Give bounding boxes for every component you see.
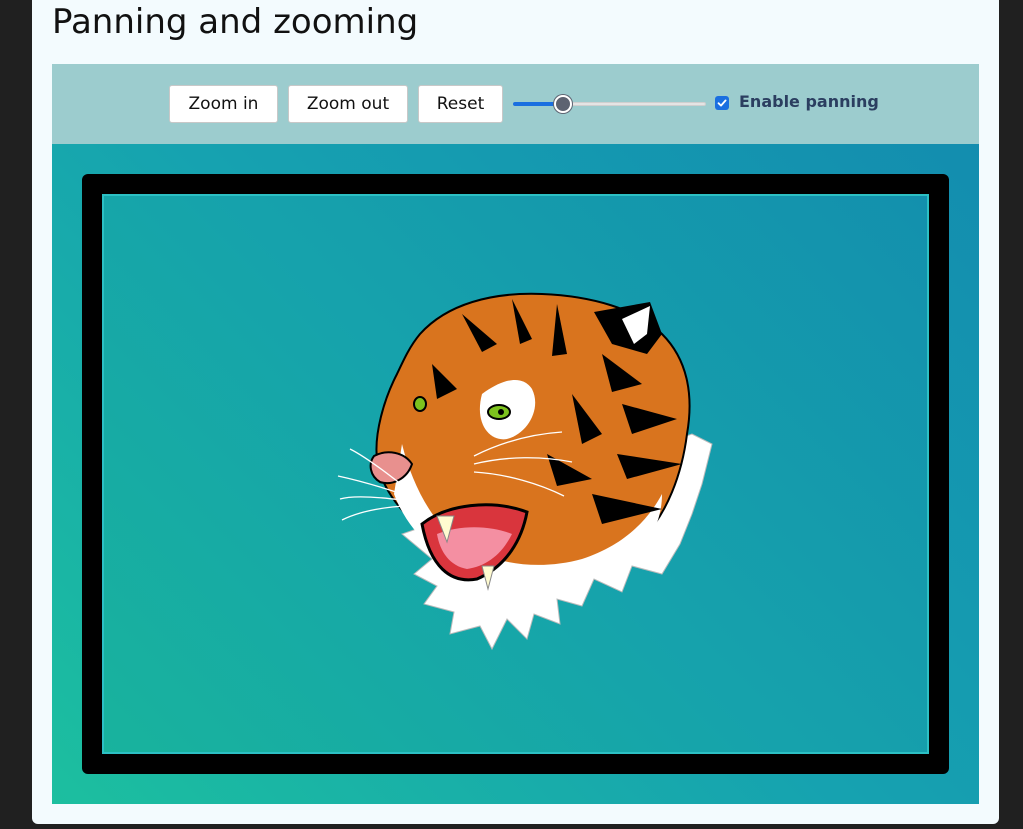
checkmark-icon bbox=[717, 99, 727, 107]
pan-zoom-viewport[interactable] bbox=[102, 194, 929, 754]
stage bbox=[52, 144, 979, 804]
zoom-in-button[interactable]: Zoom in bbox=[169, 85, 278, 123]
enable-panning-checkbox[interactable] bbox=[715, 96, 729, 110]
zoom-slider[interactable] bbox=[513, 95, 706, 113]
panzoom-demo: Zoom in Zoom out Reset Enable panning bbox=[52, 64, 979, 804]
toolbar: Zoom in Zoom out Reset Enable panning bbox=[52, 64, 979, 144]
zoom-out-button[interactable]: Zoom out bbox=[288, 85, 408, 123]
tiger-head-image[interactable] bbox=[102, 194, 929, 754]
reset-button[interactable]: Reset bbox=[418, 85, 503, 123]
zoom-slider-thumb[interactable] bbox=[554, 95, 572, 113]
panning-card: Panning and zooming Zoom in Zoom out Res… bbox=[32, 0, 999, 824]
enable-panning-label[interactable]: Enable panning bbox=[739, 92, 879, 111]
page-title: Panning and zooming bbox=[52, 2, 419, 42]
image-frame bbox=[82, 174, 949, 774]
